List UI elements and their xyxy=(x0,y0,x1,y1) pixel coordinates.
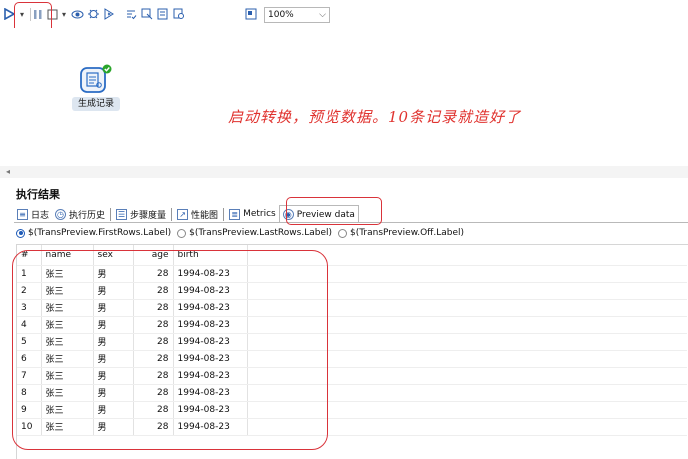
annotation-circle-preview-tab xyxy=(286,197,382,225)
chevron-down-icon: ⌵ xyxy=(319,10,326,20)
sql-icon[interactable] xyxy=(156,6,170,22)
toolbar: ▾ ▾ 100% ⌵ xyxy=(0,0,688,34)
radio-dot[interactable] xyxy=(177,228,187,238)
radio-last-rows[interactable]: $(TransPreview.LastRows.Label) xyxy=(177,228,332,238)
tab-log[interactable]: ≡ 日志 xyxy=(14,205,52,223)
transformation-canvas[interactable]: 生成记录 启动转换，预览数据。10条记录就造好了 ◂ xyxy=(0,28,688,178)
layout-icon[interactable] xyxy=(244,6,258,22)
tab-metrics[interactable]: ≣ Metrics xyxy=(226,205,279,223)
debug-icon[interactable] xyxy=(86,6,100,22)
preview-icon[interactable] xyxy=(70,6,84,22)
tab-label: 执行历史 xyxy=(69,210,106,221)
radio-label: $(TransPreview.LastRows.Label) xyxy=(189,228,332,238)
tab-history[interactable]: ◷ 执行历史 xyxy=(52,205,108,223)
step-label[interactable]: 生成记录 xyxy=(72,97,120,111)
tab-label: Metrics xyxy=(243,209,276,219)
perf-graph-icon: ↗ xyxy=(177,208,189,220)
canvas-scrollbar[interactable]: ◂ xyxy=(0,166,688,178)
radio-first-rows[interactable]: $(TransPreview.FirstRows.Label) xyxy=(16,228,171,238)
tab-label: 性能图 xyxy=(191,210,219,221)
annotation-circle-table xyxy=(12,250,328,450)
step-metrics-icon: ☰ xyxy=(116,208,128,220)
tab-step-metrics[interactable]: ☰ 步骤度量 xyxy=(113,205,169,223)
metrics-icon: ≣ xyxy=(229,208,241,220)
radio-label: $(TransPreview.FirstRows.Label) xyxy=(28,228,172,238)
radio-dot[interactable] xyxy=(16,228,25,238)
radio-dot[interactable] xyxy=(338,228,347,238)
preview-mode-radios: $(TransPreview.FirstRows.Label) $(TransP… xyxy=(16,228,470,238)
tab-label: 步骤度量 xyxy=(130,210,167,221)
dropdown-arrow-icon[interactable]: ▾ xyxy=(59,6,69,22)
results-title: 执行结果 xyxy=(16,188,60,201)
tab-label: 日志 xyxy=(31,210,50,221)
replay-icon[interactable] xyxy=(102,6,116,22)
radio-off[interactable]: $(TransPreview.Off.Label) xyxy=(338,228,464,238)
zoom-value: 100% xyxy=(268,10,294,20)
log-icon: ≡ xyxy=(17,208,28,220)
history-icon: ◷ xyxy=(55,208,67,220)
impact-icon[interactable] xyxy=(140,6,154,22)
handwritten-annotation: 启动转换，预览数据。10条记录就造好了 xyxy=(228,108,522,126)
zoom-select[interactable]: 100% ⌵ xyxy=(264,7,330,23)
radio-label: $(TransPreview.Off.Label) xyxy=(350,228,465,238)
scroll-left-icon[interactable]: ◂ xyxy=(6,166,10,178)
check-icon[interactable] xyxy=(124,6,138,22)
tab-perf-graph[interactable]: ↗ 性能图 xyxy=(174,205,221,223)
explore-db-icon[interactable] xyxy=(172,6,186,22)
step-generate-rows-icon[interactable] xyxy=(78,64,112,96)
